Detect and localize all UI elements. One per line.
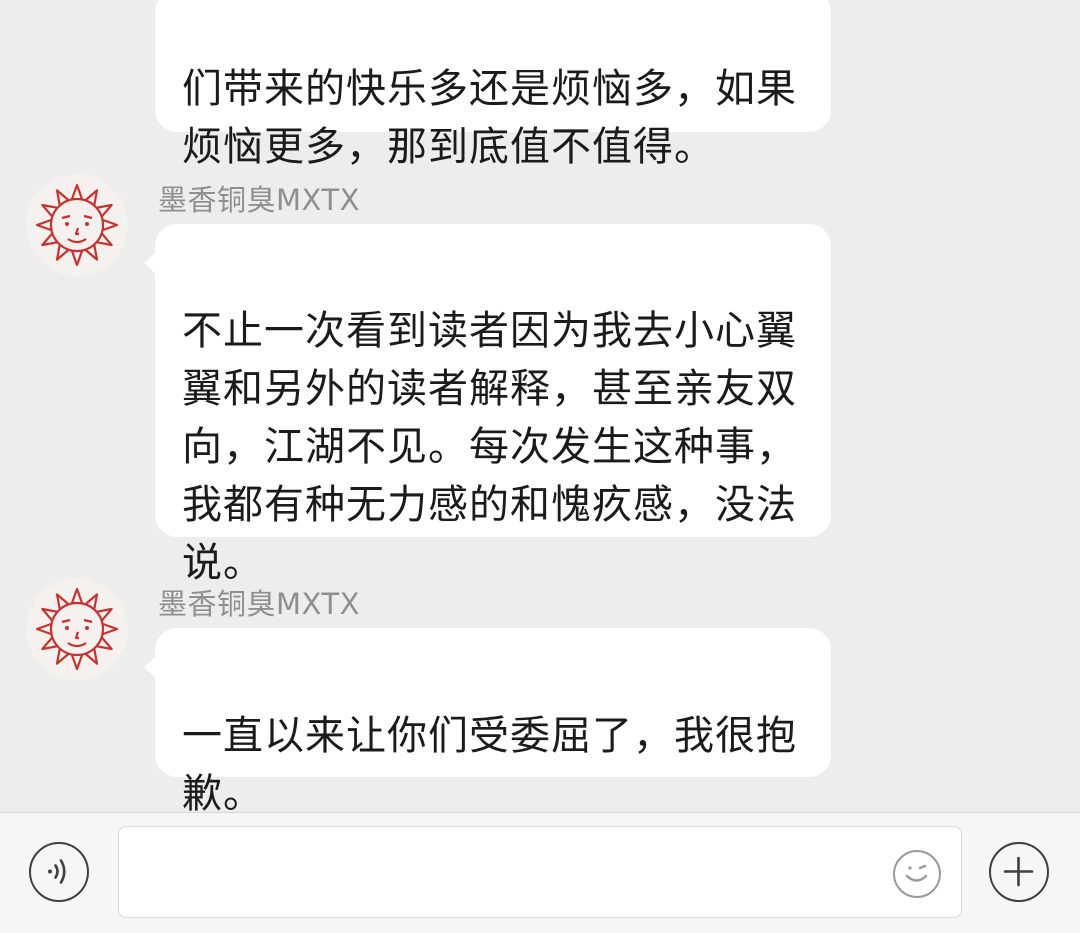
message-text: 们带来的快乐多还是烦恼多，如果 烦恼更多，那到底值不值得。 (182, 66, 797, 170)
sender-avatar[interactable] (26, 174, 128, 276)
message-bubble[interactable]: 一直以来让你们受委屈了，我很抱 歉。 (144, 628, 831, 812)
chat-message-list[interactable]: 们带来的快乐多还是烦恼多，如果 烦恼更多，那到底值不值得。 墨香铜臭MXTX 不… (0, 0, 1080, 812)
message-text: 一直以来让你们受委屈了，我很抱 歉。 (182, 713, 797, 812)
message-bubble[interactable]: 不止一次看到读者因为我去小心翼 翼和另外的读者解释，甚至亲友双 向，江湖不见。每… (144, 224, 831, 586)
voice-icon (48, 859, 66, 884)
chat-input-bar (0, 812, 1080, 933)
sunflower-avatar-icon (35, 183, 119, 267)
message-input[interactable] (118, 826, 962, 918)
emoji-button[interactable] (893, 850, 941, 898)
voice-input-button[interactable] (29, 842, 89, 902)
more-options-button[interactable] (989, 842, 1049, 902)
sender-avatar[interactable] (26, 578, 128, 680)
sender-name: 墨香铜臭MXTX (158, 183, 360, 217)
emoji-icon (905, 864, 928, 882)
sender-name: 墨香铜臭MXTX (158, 587, 360, 621)
sunflower-avatar-icon (35, 587, 119, 671)
message-bubble[interactable]: 们带来的快乐多还是烦恼多，如果 烦恼更多，那到底值不值得。 (155, 0, 831, 170)
message-text: 不止一次看到读者因为我去小心翼 翼和另外的读者解释，甚至亲友双 向，江湖不见。每… (182, 308, 797, 586)
plus-icon (1003, 856, 1034, 887)
